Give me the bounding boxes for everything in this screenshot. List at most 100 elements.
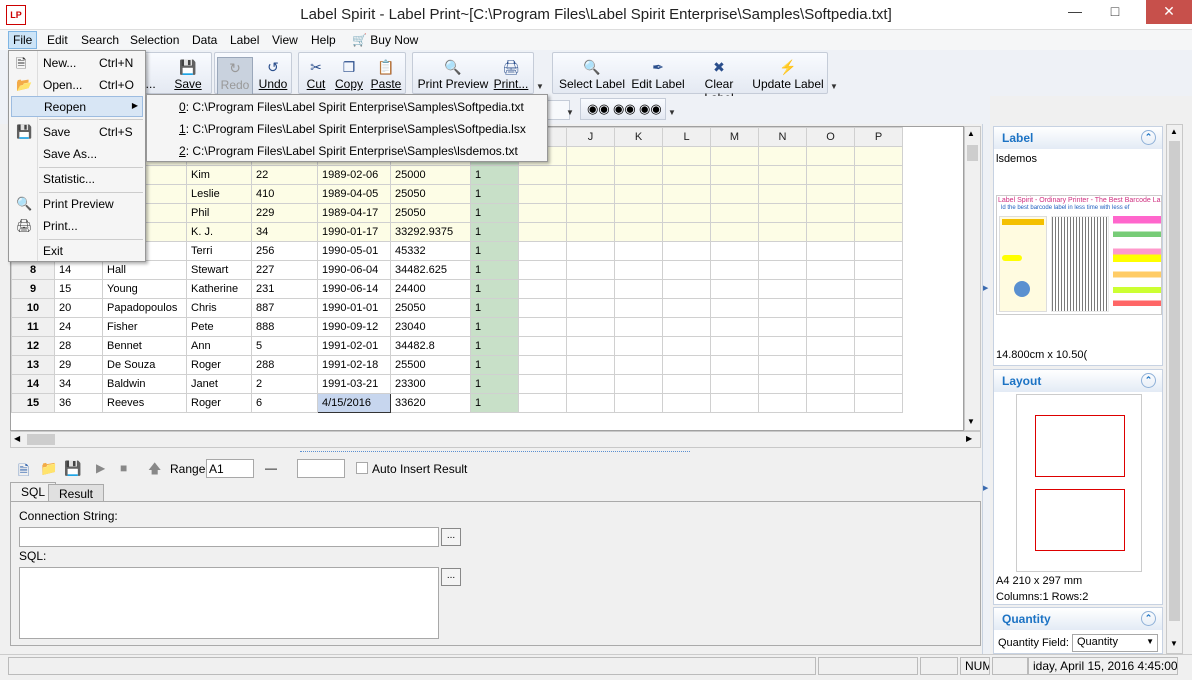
row-header[interactable]: 14 (11, 374, 55, 394)
grid-cell[interactable] (806, 279, 855, 299)
grid-cell[interactable]: 4/15/2016 (317, 393, 391, 413)
grid-cell[interactable] (662, 374, 711, 394)
grid-cell[interactable] (614, 222, 663, 242)
menu-file[interactable]: File (8, 31, 38, 49)
grid-cell[interactable]: 1 (470, 336, 519, 356)
grid-cell[interactable] (806, 203, 855, 223)
grid-cell[interactable] (566, 298, 615, 318)
menu-buy-now[interactable]: 🛒 Buy Now (348, 32, 422, 48)
scroll-up-icon[interactable]: ▲ (1170, 127, 1178, 136)
grid-cell[interactable]: Bennet (102, 336, 187, 356)
copy-button[interactable]: ❐ Copy (333, 57, 365, 95)
grid-cell[interactable]: Leslie (186, 184, 252, 204)
grid-cell[interactable] (614, 241, 663, 261)
grid-cell[interactable] (806, 374, 855, 394)
grid-cell[interactable]: 1990-06-14 (317, 279, 391, 299)
grid-cell[interactable]: 1990-09-12 (317, 317, 391, 337)
scroll-down-icon[interactable]: ▼ (1170, 639, 1178, 648)
grid-cell[interactable]: Pete (186, 317, 252, 337)
grid-vertical-scrollbar[interactable]: ▲ ▼ (964, 126, 981, 431)
grid-cell[interactable] (758, 279, 807, 299)
grid-cell[interactable]: 1 (470, 222, 519, 242)
grid-cell[interactable]: 1 (470, 260, 519, 280)
grid-cell[interactable]: 231 (251, 279, 318, 299)
grid-cell[interactable] (710, 222, 759, 242)
grid-cell[interactable] (758, 146, 807, 166)
grid-cell[interactable] (518, 298, 567, 318)
open-query-icon[interactable]: 📁 (40, 460, 57, 477)
grid-cell[interactable]: 34482.625 (390, 260, 471, 280)
grid-cell[interactable]: 6 (251, 393, 318, 413)
redo-button[interactable]: ↻ Redo (217, 57, 253, 95)
grid-cell[interactable] (566, 184, 615, 204)
scroll-left-icon[interactable]: ◀ (14, 434, 20, 443)
grid-cell[interactable] (614, 317, 663, 337)
grid-cell[interactable] (518, 393, 567, 413)
recent-file-0[interactable]: 0: C:\Program Files\Label Spirit Enterpr… (179, 100, 524, 114)
menu-label[interactable]: Label (226, 32, 263, 48)
grid-cell[interactable]: 229 (251, 203, 318, 223)
grid-cell[interactable] (854, 336, 903, 356)
splitter-arrow-icon-2[interactable]: ▶ (983, 484, 988, 492)
grid-cell[interactable]: 1 (470, 298, 519, 318)
grid-cell[interactable]: 23300 (390, 374, 471, 394)
grid-cell[interactable]: 29 (54, 355, 103, 375)
grid-cell[interactable]: 1 (470, 317, 519, 337)
row-header[interactable]: 13 (11, 355, 55, 375)
grid-cell[interactable] (614, 146, 663, 166)
grid-cell[interactable] (854, 279, 903, 299)
grid-cell[interactable]: De Souza (102, 355, 187, 375)
grid-cell[interactable] (518, 260, 567, 280)
grid-cell[interactable] (758, 374, 807, 394)
grid-cell[interactable]: 1 (470, 203, 519, 223)
col-header-l[interactable]: L (662, 127, 711, 147)
grid-cell[interactable]: 1990-01-01 (317, 298, 391, 318)
grid-cell[interactable] (518, 222, 567, 242)
grid-cell[interactable] (710, 393, 759, 413)
grid-cell[interactable] (614, 336, 663, 356)
grid-cell[interactable]: Kim (186, 165, 252, 185)
grid-cell[interactable] (806, 184, 855, 204)
binoculars-icon[interactable]: ◉◉ (587, 101, 610, 117)
grid-cell[interactable] (566, 374, 615, 394)
menu-help[interactable]: Help (307, 32, 340, 48)
save-query-icon[interactable]: 💾 (64, 460, 81, 477)
grid-cell[interactable] (806, 393, 855, 413)
undo-button[interactable]: ↺ Undo (255, 57, 291, 95)
grid-cell[interactable]: 14 (54, 260, 103, 280)
grid-cell[interactable] (758, 298, 807, 318)
grid-cell[interactable]: 2 (251, 374, 318, 394)
grid-cell[interactable] (806, 260, 855, 280)
grid-cell[interactable] (806, 355, 855, 375)
grid-cell[interactable] (614, 393, 663, 413)
grid-cell[interactable] (662, 241, 711, 261)
grid-cell[interactable] (518, 203, 567, 223)
splitter-grip[interactable] (300, 451, 690, 453)
grid-cell[interactable]: 34482.8 (390, 336, 471, 356)
grid-cell[interactable] (614, 203, 663, 223)
grid-cell[interactable]: 1989-02-06 (317, 165, 391, 185)
grid-cell[interactable]: 34 (54, 374, 103, 394)
grid-cell[interactable] (518, 241, 567, 261)
menu-edit[interactable]: Edit (43, 32, 72, 48)
grid-cell[interactable] (566, 279, 615, 299)
grid-cell[interactable]: K. J. (186, 222, 252, 242)
grid-cell[interactable] (662, 222, 711, 242)
grid-cell[interactable]: 25500 (390, 355, 471, 375)
grid-cell[interactable] (566, 222, 615, 242)
quantity-section-header[interactable]: Quantity ⌃ (994, 608, 1162, 630)
menu-item-open[interactable]: 📂 Open... Ctrl+O (11, 75, 143, 96)
grid-cell[interactable] (854, 355, 903, 375)
grid-cell[interactable] (806, 146, 855, 166)
grid-cell[interactable] (854, 203, 903, 223)
grid-cell[interactable] (662, 279, 711, 299)
grid-cell[interactable] (758, 355, 807, 375)
collapse-icon[interactable]: ⌃ (1141, 130, 1156, 145)
sql-browse-button[interactable]: ... (441, 568, 461, 586)
toolbar2-overflow-icon[interactable]: ▼ (566, 108, 574, 117)
grid-cell[interactable] (614, 279, 663, 299)
toolbar-overflow-icon-2[interactable]: ▼ (830, 82, 838, 91)
right-scroll-thumb[interactable] (1169, 141, 1180, 621)
grid-cell[interactable]: Chris (186, 298, 252, 318)
grid-cell[interactable] (758, 222, 807, 242)
